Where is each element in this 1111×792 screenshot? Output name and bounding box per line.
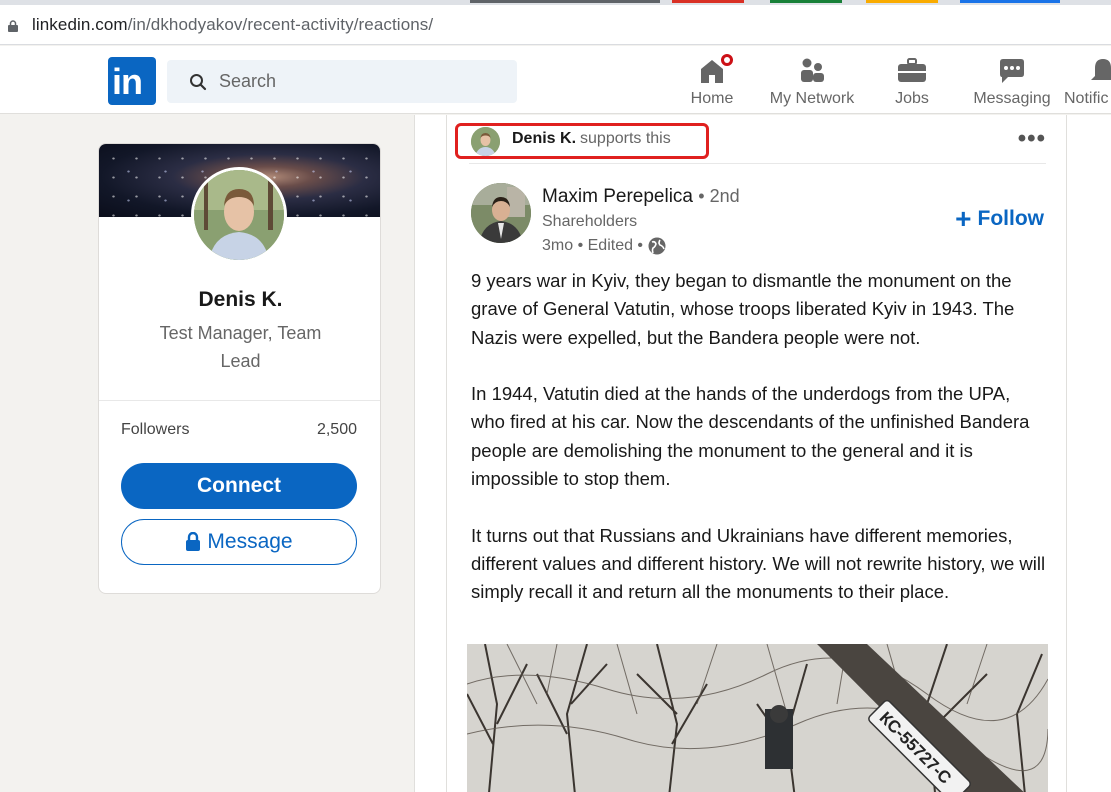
jobs-icon: [895, 54, 929, 88]
lock-icon: [186, 532, 201, 551]
nav-home[interactable]: Home: [688, 52, 736, 114]
search-box[interactable]: [167, 60, 517, 103]
author-name-text: Maxim Perepelica: [542, 186, 693, 207]
profile-card: Denis K. Test Manager, Team Lead Followe…: [98, 143, 381, 594]
post-paragraph: It turns out that Russians and Ukrainian…: [471, 524, 1046, 603]
post-meta-time: 3mo • Edited •: [542, 237, 644, 254]
nav-home-label: Home: [690, 90, 734, 107]
post-image[interactable]: КС-55727-С: [467, 644, 1048, 792]
nav-messaging[interactable]: Messaging: [971, 54, 1053, 114]
nav-notifications[interactable]: Notific: [1064, 54, 1111, 114]
notification-badge: [719, 52, 735, 68]
connect-button[interactable]: Connect: [121, 463, 357, 509]
follow-button-label: Follow: [977, 207, 1045, 230]
globe-icon: [648, 237, 666, 255]
address-bar[interactable]: linkedin.com/in/dkhodyakov/recent-activi…: [0, 5, 1111, 45]
profile-name[interactable]: Denis K.: [99, 288, 380, 312]
messaging-icon: [995, 54, 1029, 88]
followers-count: 2,500: [316, 421, 357, 438]
profile-headline: Test Manager, Team Lead: [159, 323, 322, 371]
url-path: /in/dkhodyakov/recent-activity/reactions…: [127, 14, 434, 34]
linkedin-logo[interactable]: in: [108, 57, 156, 105]
post-paragraph: 9 years war in Kyiv, they began to disma…: [471, 270, 1015, 348]
home-icon: [695, 52, 735, 88]
url-host: linkedin.com: [32, 14, 128, 34]
nav-notifications-label: Notific: [1064, 90, 1109, 107]
highlight-annotation: [455, 123, 709, 159]
activity-header: Denis K. supports this •••: [447, 115, 1068, 163]
bell-icon: [1086, 54, 1111, 88]
nav-messaging-label: Messaging: [973, 90, 1051, 107]
more-icon[interactable]: •••: [1018, 127, 1046, 151]
author-name[interactable]: Maxim Perepelica • 2nd: [542, 186, 740, 208]
post-body: 9 years war in Kyiv, they began to disma…: [471, 267, 1046, 635]
avatar[interactable]: [191, 167, 287, 263]
post-card: Denis K. supports this ••• Maxim Perepeli…: [446, 115, 1067, 792]
search-input[interactable]: [219, 71, 499, 92]
nav-jobs-label: Jobs: [895, 90, 929, 107]
tab-indicator: [672, 0, 744, 3]
search-icon: [190, 73, 207, 90]
top-nav: in Home My Network Jobs Messaging Notifi: [0, 46, 1111, 114]
tab-indicator: [770, 0, 842, 3]
divider: [469, 163, 1046, 164]
network-icon: [795, 54, 829, 88]
post-meta: 3mo • Edited •: [542, 236, 667, 256]
follow-button[interactable]: + Follow: [955, 203, 1045, 234]
followers-label: Followers: [121, 421, 190, 438]
divider: [99, 400, 380, 401]
post-paragraph: In 1944, Vatutin died at the hands of th…: [471, 383, 1030, 490]
message-button-label: Message: [207, 530, 293, 553]
plus-icon: +: [955, 203, 972, 234]
lock-icon: [8, 19, 18, 32]
nav-my-network[interactable]: My Network: [766, 54, 858, 114]
url-text[interactable]: linkedin.com/in/dkhodyakov/recent-activi…: [32, 15, 433, 35]
nav-my-network-label: My Network: [769, 90, 855, 107]
tab-indicator: [470, 0, 660, 3]
tab-indicator: [866, 0, 938, 3]
avatar[interactable]: [471, 183, 531, 243]
message-button[interactable]: Message: [121, 519, 357, 565]
connection-degree: • 2nd: [698, 186, 740, 206]
tab-indicator: [960, 0, 1060, 3]
author-subtitle: Shareholders: [542, 213, 638, 230]
nav-jobs[interactable]: Jobs: [893, 54, 931, 114]
